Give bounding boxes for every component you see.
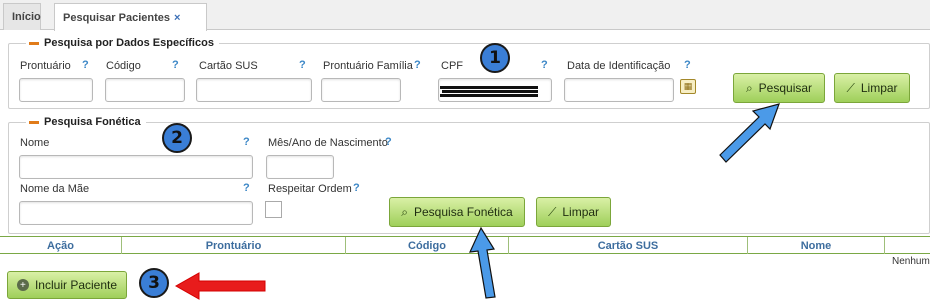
help-icon[interactable]: ? [414, 59, 421, 71]
data-identificacao-label: Data de Identificação [567, 60, 671, 72]
column-cartao-sus[interactable]: Cartão SUS [509, 237, 748, 254]
results-table-header: Ação Prontuário Código Cartão SUS Nome [0, 236, 930, 254]
column-codigo[interactable]: Código [346, 237, 509, 254]
red-arrow-icon [174, 272, 266, 300]
incluir-paciente-button[interactable]: + Incluir Paciente [7, 271, 127, 299]
prontuario-familia-label: Prontuário Família [323, 60, 413, 72]
help-icon[interactable]: ? [82, 59, 89, 71]
incluir-paciente-label: Incluir Paciente [34, 278, 118, 292]
codigo-label: Código [106, 60, 141, 72]
nome-mae-input[interactable] [19, 201, 253, 225]
magnifier-icon: ⌕ [745, 80, 753, 95]
codigo-input[interactable] [105, 78, 185, 102]
nome-input[interactable] [19, 155, 253, 179]
annotation-badge: 3 [139, 268, 169, 298]
broom-icon: ⟋ [547, 204, 557, 219]
phonetic-legend-text: Pesquisa Fonética [44, 116, 141, 128]
nome-mae-label: Nome da Mãe [20, 183, 90, 195]
help-icon[interactable]: ? [541, 59, 548, 71]
specific-search-legend: Pesquisa por Dados Específicos [26, 37, 219, 49]
limpar-specific-button[interactable]: ⟋ Limpar [834, 73, 910, 103]
nome-label: Nome [20, 137, 50, 149]
empty-results-text: Nenhum [892, 256, 930, 267]
pesquisa-fonetica-label: Pesquisa Fonética [414, 205, 513, 219]
annotation-badge: 2 [162, 123, 192, 153]
help-icon[interactable]: ? [684, 59, 691, 71]
mes-ano-input[interactable] [266, 155, 334, 179]
tab-inicio-label: Início [12, 11, 41, 23]
respeitar-ordem-label: Respeitar Ordem [268, 183, 352, 195]
prontuario-label: Prontuário [20, 60, 71, 72]
help-icon[interactable]: ? [172, 59, 179, 71]
limpar-phonetic-label: Limpar [562, 205, 600, 219]
tab-pesquisar-label: Pesquisar Pacientes [63, 11, 171, 24]
respeitar-ordem-checkbox[interactable] [265, 201, 282, 218]
magnifier-icon: ⌕ [401, 204, 408, 219]
column-prontuario[interactable]: Prontuário [122, 237, 346, 254]
data-identificacao-input[interactable] [564, 78, 674, 102]
help-icon[interactable]: ? [385, 136, 392, 148]
annotation-badge: 1 [480, 43, 510, 73]
collapse-dash-icon[interactable] [29, 41, 39, 45]
cpf-label: CPF [441, 60, 463, 72]
help-icon[interactable]: ? [243, 136, 250, 148]
help-icon[interactable]: ? [353, 182, 360, 194]
limpar-specific-label: Limpar [860, 81, 898, 95]
prontuario-input[interactable] [19, 78, 93, 102]
mes-ano-label: Mês/Ano de Nascimento [268, 137, 388, 149]
help-icon[interactable]: ? [243, 182, 250, 194]
pesquisar-label: Pesquisar [758, 81, 813, 95]
pesquisar-button[interactable]: ⌕ Pesquisar [733, 73, 825, 103]
broom-icon: ⟋ [846, 80, 855, 95]
tab-inicio[interactable]: Início [3, 3, 41, 30]
prontuario-familia-input[interactable] [321, 78, 401, 102]
tab-bar: Início Pesquisar Pacientes × [0, 0, 930, 31]
limpar-phonetic-button[interactable]: ⟋ Limpar [536, 197, 611, 227]
tab-pesquisar-pacientes[interactable]: Pesquisar Pacientes × [54, 3, 207, 31]
help-icon[interactable]: ? [299, 59, 306, 71]
cartao-sus-input[interactable] [196, 78, 312, 102]
collapse-dash-icon[interactable] [29, 120, 39, 124]
column-nome[interactable]: Nome [748, 237, 885, 254]
column-acao[interactable]: Ação [0, 237, 122, 254]
calendar-icon[interactable]: ▦ [680, 79, 696, 94]
close-icon[interactable]: × [174, 12, 180, 24]
pesquisa-fonetica-button[interactable]: ⌕ Pesquisa Fonética [389, 197, 525, 227]
redaction-scribble [440, 86, 538, 97]
phonetic-search-legend: Pesquisa Fonética [26, 116, 146, 128]
cartao-sus-label: Cartão SUS [199, 60, 258, 72]
specific-legend-text: Pesquisa por Dados Específicos [44, 37, 214, 49]
plus-circle-icon: + [16, 279, 29, 291]
